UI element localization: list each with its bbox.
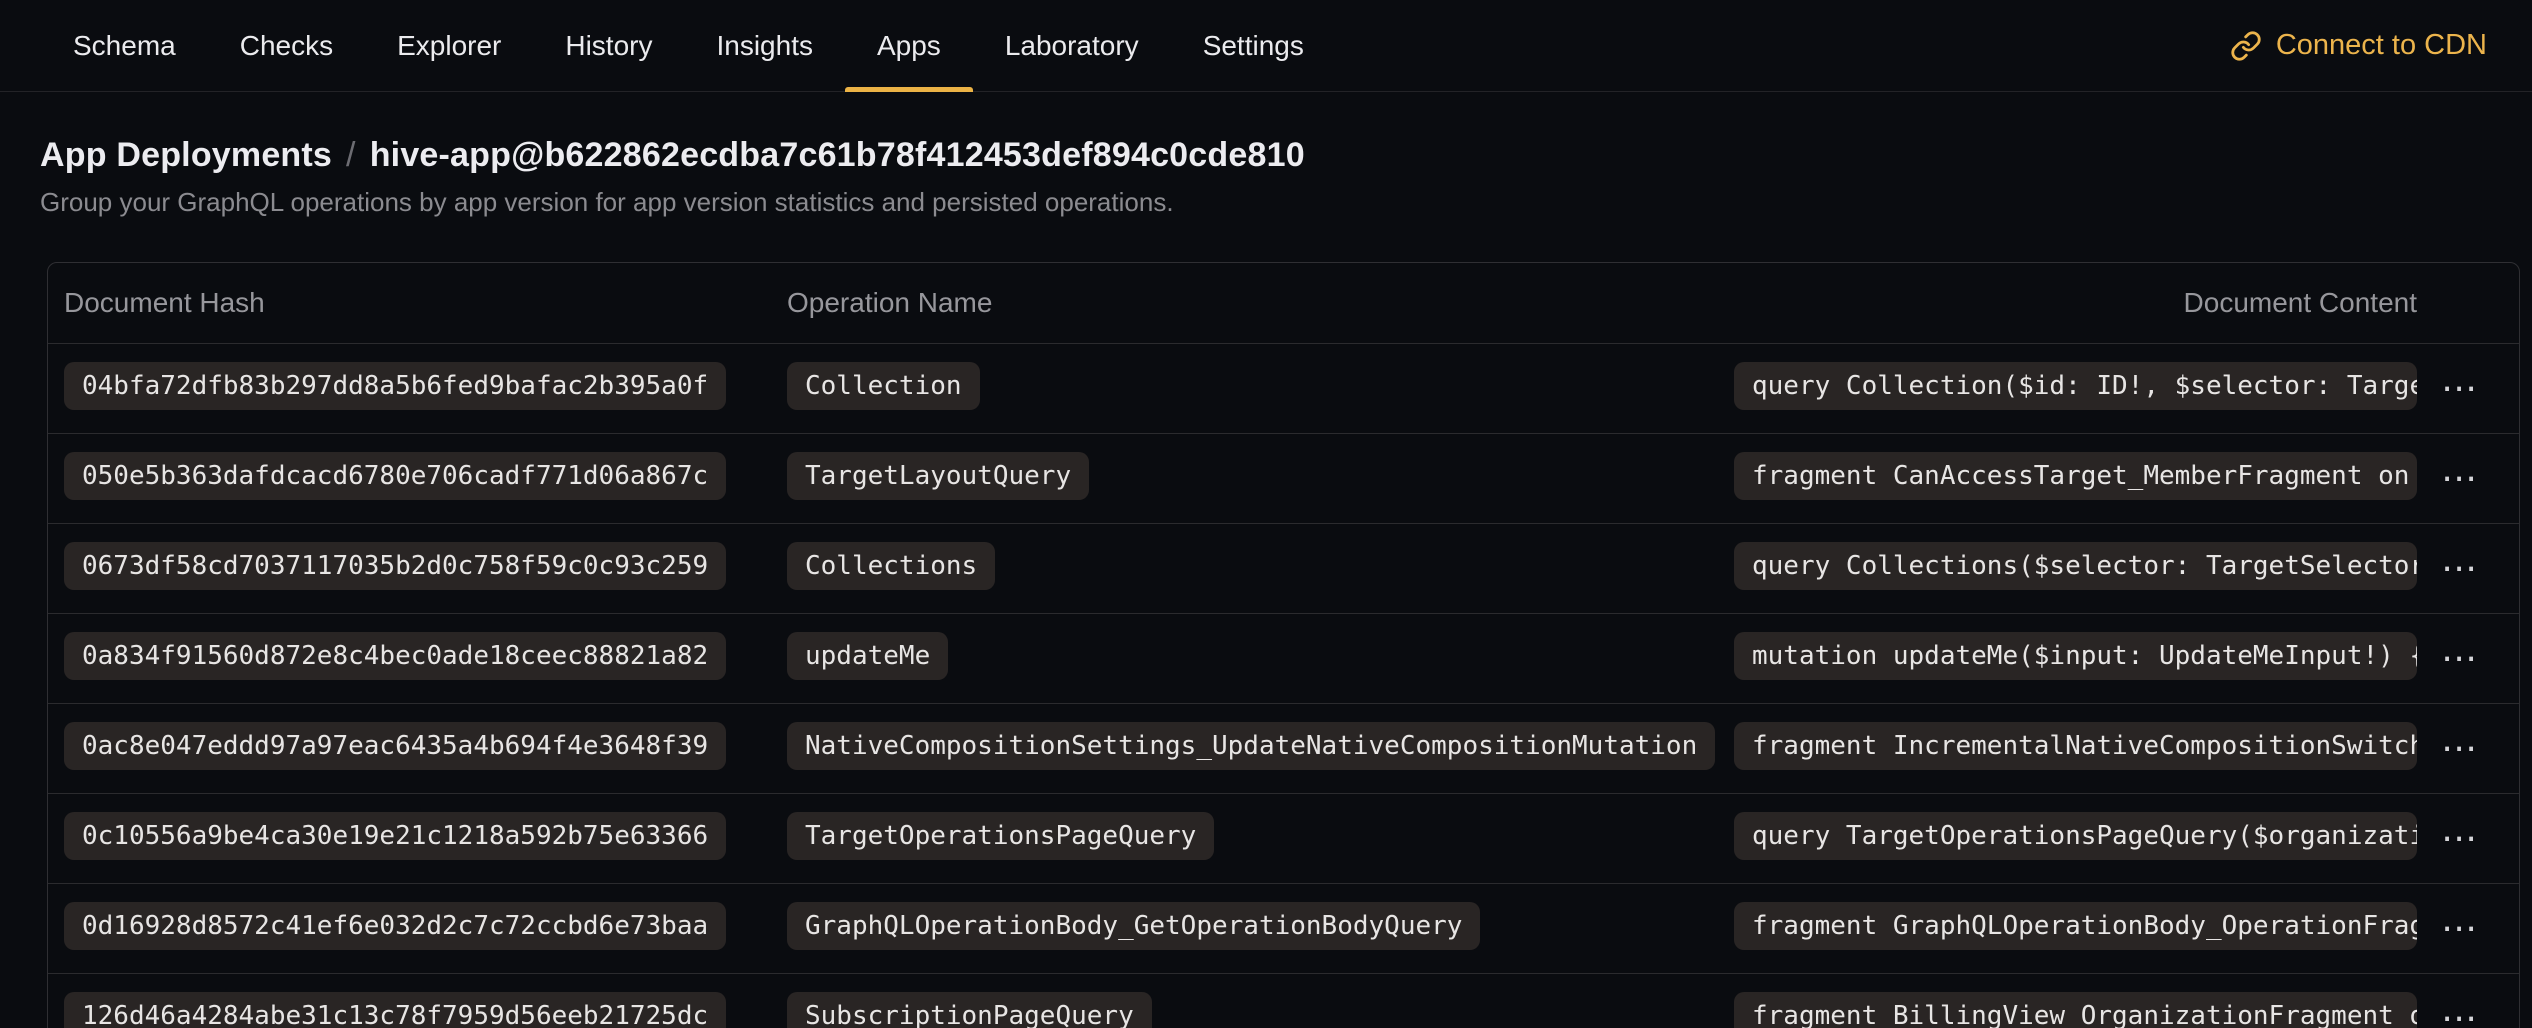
operation-name-chip: updateMe <box>787 632 948 680</box>
connect-to-cdn-label: Connect to CDN <box>2276 29 2487 62</box>
nav-tab-settings[interactable]: Settings <box>1171 0 1336 91</box>
nav-tab-checks[interactable]: Checks <box>208 0 365 91</box>
column-header-document-content: Document Content <box>1734 287 2417 319</box>
operation-name-chip: TargetOperationsPageQuery <box>787 812 1214 860</box>
operation-name-cell: SubscriptionPageQuery <box>787 992 1734 1028</box>
column-header-operation-name: Operation Name <box>787 287 1734 319</box>
nav-tab-explorer[interactable]: Explorer <box>365 0 533 91</box>
document-hash-chip: 0c10556a9be4ca30e19e21c1218a592b75e63366 <box>64 812 726 860</box>
document-content-cell: fragment CanAccessTarget_MemberFragment … <box>1734 452 2417 505</box>
nav-tab-label: History <box>565 30 652 62</box>
nav-tab-label: Apps <box>877 30 941 62</box>
document-hash-cell: 04bfa72dfb83b297dd8a5b6fed9bafac2b395a0f <box>64 362 787 415</box>
table-row: 0ac8e047eddd97a97eac6435a4b694f4e3648f39… <box>48 703 2519 793</box>
document-hash-chip: 04bfa72dfb83b297dd8a5b6fed9bafac2b395a0f <box>64 362 726 410</box>
document-content-chip: query TargetOperationsPageQuery($organiz… <box>1734 812 2417 860</box>
nav-tab-label: Insights <box>716 30 813 62</box>
nav-tab-schema[interactable]: Schema <box>41 0 208 91</box>
nav-tab-label: Explorer <box>397 30 501 62</box>
table-row: 0c10556a9be4ca30e19e21c1218a592b75e63366… <box>48 793 2519 883</box>
top-navigation: Schema Checks Explorer History Insights … <box>0 0 2532 92</box>
row-menu-button[interactable]: ⋯ <box>2441 371 2479 407</box>
page-content: App Deployments / hive-app@b622862ecdba7… <box>0 92 2532 1028</box>
document-hash-cell: 0a834f91560d872e8c4bec0ade18ceec88821a82 <box>64 632 787 685</box>
nav-tab-history[interactable]: History <box>533 0 684 91</box>
operation-name-chip: NativeCompositionSettings_UpdateNativeCo… <box>787 722 1715 770</box>
document-content-cell: fragment BillingView_OrganizationFragmen… <box>1734 992 2417 1028</box>
document-content-chip: fragment IncrementalNativeCompositionSwi… <box>1734 722 2417 770</box>
operation-name-cell: TargetLayoutQuery <box>787 452 1734 505</box>
nav-tab-insights[interactable]: Insights <box>684 0 845 91</box>
document-hash-chip: 0a834f91560d872e8c4bec0ade18ceec88821a82 <box>64 632 726 680</box>
document-hash-cell: 0673df58cd7037117035b2d0c758f59c0c93c259 <box>64 542 787 595</box>
row-menu-button[interactable]: ⋯ <box>2441 821 2479 857</box>
operation-name-chip: SubscriptionPageQuery <box>787 992 1152 1028</box>
row-menu-button[interactable]: ⋯ <box>2441 461 2479 497</box>
operation-name-cell: GraphQLOperationBody_GetOperationBodyQue… <box>787 902 1734 955</box>
document-content-cell: fragment GraphQLOperationBody_OperationF… <box>1734 902 2417 955</box>
breadcrumb-current-app: hive-app@b622862ecdba7c61b78f412453def89… <box>370 136 1305 175</box>
breadcrumb-separator: / <box>346 136 356 175</box>
breadcrumb: App Deployments / hive-app@b622862ecdba7… <box>40 136 2532 175</box>
row-menu-button[interactable]: ⋯ <box>2441 731 2479 767</box>
document-content-chip: fragment BillingView_OrganizationFragmen… <box>1734 992 2417 1028</box>
table-row: 04bfa72dfb83b297dd8a5b6fed9bafac2b395a0f… <box>48 343 2519 433</box>
document-content-cell: mutation updateMe($input: UpdateMeInput!… <box>1734 632 2417 685</box>
document-hash-cell: 126d46a4284abe31c13c78f7959d56eeb21725dc <box>64 992 787 1028</box>
deployments-table-card: Document Hash Operation Name Document Co… <box>47 262 2520 1028</box>
breadcrumb-app-deployments[interactable]: App Deployments <box>40 136 332 175</box>
document-content-cell: query Collection($id: ID!, $selector: Ta… <box>1734 362 2417 415</box>
table-body: 04bfa72dfb83b297dd8a5b6fed9bafac2b395a0f… <box>48 343 2519 1028</box>
document-content-cell: fragment IncrementalNativeCompositionSwi… <box>1734 722 2417 775</box>
page-subtitle: Group your GraphQL operations by app ver… <box>40 187 2532 218</box>
document-hash-chip: 126d46a4284abe31c13c78f7959d56eeb21725dc <box>64 992 726 1028</box>
operation-name-cell: TargetOperationsPageQuery <box>787 812 1734 865</box>
document-content-chip: query Collections($selector: TargetSelec… <box>1734 542 2417 590</box>
document-content-cell: query Collections($selector: TargetSelec… <box>1734 542 2417 595</box>
operation-name-chip: TargetLayoutQuery <box>787 452 1089 500</box>
document-hash-chip: 050e5b363dafdcacd6780e706cadf771d06a867c <box>64 452 726 500</box>
nav-tab-label: Schema <box>73 30 176 62</box>
document-hash-chip: 0ac8e047eddd97a97eac6435a4b694f4e3648f39 <box>64 722 726 770</box>
document-hash-cell: 0c10556a9be4ca30e19e21c1218a592b75e63366 <box>64 812 787 865</box>
row-menu-button[interactable]: ⋯ <box>2441 911 2479 947</box>
table-row: 0673df58cd7037117035b2d0c758f59c0c93c259… <box>48 523 2519 613</box>
document-content-chip: mutation updateMe($input: UpdateMeInput!… <box>1734 632 2417 680</box>
row-menu-button[interactable]: ⋯ <box>2441 641 2479 677</box>
table-row: 126d46a4284abe31c13c78f7959d56eeb21725dc… <box>48 973 2519 1028</box>
nav-tab-laboratory[interactable]: Laboratory <box>973 0 1171 91</box>
row-menu-button[interactable]: ⋯ <box>2441 1001 2479 1028</box>
operation-name-chip: GraphQLOperationBody_GetOperationBodyQue… <box>787 902 1480 950</box>
operation-name-chip: Collections <box>787 542 995 590</box>
operation-name-cell: Collection <box>787 362 1734 415</box>
row-menu-button[interactable]: ⋯ <box>2441 551 2479 587</box>
link-icon <box>2230 30 2262 62</box>
operation-name-cell: Collections <box>787 542 1734 595</box>
document-hash-cell: 050e5b363dafdcacd6780e706cadf771d06a867c <box>64 452 787 505</box>
document-content-cell: query TargetOperationsPageQuery($organiz… <box>1734 812 2417 865</box>
connect-to-cdn-button[interactable]: Connect to CDN <box>2230 0 2487 91</box>
operation-name-cell: updateMe <box>787 632 1734 685</box>
document-hash-chip: 0d16928d8572c41ef6e032d2c7c72ccbd6e73baa <box>64 902 726 950</box>
document-hash-cell: 0d16928d8572c41ef6e032d2c7c72ccbd6e73baa <box>64 902 787 955</box>
document-hash-chip: 0673df58cd7037117035b2d0c758f59c0c93c259 <box>64 542 726 590</box>
column-header-document-hash: Document Hash <box>64 287 787 319</box>
operation-name-cell: NativeCompositionSettings_UpdateNativeCo… <box>787 722 1734 775</box>
nav-tab-label: Settings <box>1203 30 1304 62</box>
table-row: 0a834f91560d872e8c4bec0ade18ceec88821a82… <box>48 613 2519 703</box>
nav-tab-label: Laboratory <box>1005 30 1139 62</box>
table-row: 0d16928d8572c41ef6e032d2c7c72ccbd6e73baa… <box>48 883 2519 973</box>
table-header-row: Document Hash Operation Name Document Co… <box>48 263 2519 343</box>
document-content-chip: fragment CanAccessTarget_MemberFragment … <box>1734 452 2417 500</box>
document-content-chip: query Collection($id: ID!, $selector: Ta… <box>1734 362 2417 410</box>
operation-name-chip: Collection <box>787 362 980 410</box>
nav-tab-apps[interactable]: Apps <box>845 0 973 91</box>
document-hash-cell: 0ac8e047eddd97a97eac6435a4b694f4e3648f39 <box>64 722 787 775</box>
nav-tab-label: Checks <box>240 30 333 62</box>
table-row: 050e5b363dafdcacd6780e706cadf771d06a867c… <box>48 433 2519 523</box>
document-content-chip: fragment GraphQLOperationBody_OperationF… <box>1734 902 2417 950</box>
